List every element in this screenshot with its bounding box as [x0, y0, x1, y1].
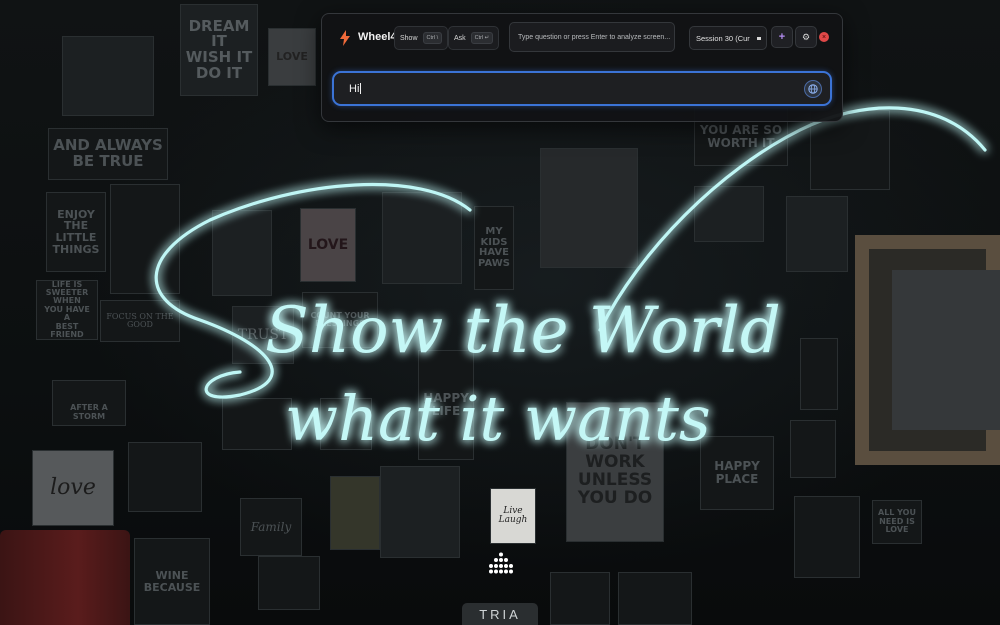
- wall-sign: [212, 210, 272, 296]
- wall-sign: [786, 196, 848, 272]
- wall-sign: [618, 572, 692, 625]
- wall-sign: TRUST: [232, 306, 294, 364]
- chat-input[interactable]: Hi: [332, 71, 832, 106]
- wall-sign: LOVE: [268, 28, 316, 86]
- wall-sign: DREAM IT WISH IT DO IT: [180, 4, 258, 96]
- text-caret: [360, 83, 362, 94]
- wall-sign: [258, 556, 320, 610]
- wall-sign: HAPPY LIFE: [418, 350, 474, 460]
- wall-sign: [320, 398, 372, 450]
- wall-sign: MY KIDS HAVE PAWS: [474, 206, 514, 290]
- lamp-shade: [0, 530, 130, 625]
- wall-sign: [810, 110, 890, 190]
- wall-sign: ENJOY THE LITTLE THINGS: [46, 192, 106, 272]
- web-search-button[interactable]: [804, 80, 822, 98]
- wall-sign: [62, 36, 154, 116]
- wall-sign: HAPPY PLACE: [700, 436, 774, 510]
- wheel4-window: Wheel4 Show Ctrl \ Ask Ctrl ↵ Type quest…: [321, 13, 843, 122]
- show-button[interactable]: Show Ctrl \: [394, 26, 449, 50]
- wall-sign: [790, 420, 836, 478]
- app-grid-icon[interactable]: [484, 552, 518, 574]
- globe-icon: [808, 84, 818, 94]
- wall-sign: [694, 186, 764, 242]
- ask-button[interactable]: Ask Ctrl ↵: [448, 26, 500, 50]
- ask-shortcut: Ctrl ↵: [470, 32, 494, 44]
- plus-icon: +: [778, 30, 786, 43]
- toolbar: Wheel4 Show Ctrl \ Ask Ctrl ↵ Type quest…: [322, 14, 842, 62]
- question-input[interactable]: Type question or press Enter to analyze …: [509, 22, 675, 52]
- wall-sign: [800, 338, 838, 410]
- ask-label: Ask: [454, 34, 466, 42]
- wall-sign: [330, 476, 380, 550]
- wall-sign: AND ALWAYS BE TRUE: [48, 128, 168, 180]
- close-button[interactable]: ×: [819, 32, 829, 42]
- wall-sign: [540, 148, 638, 268]
- tria-dock-tab[interactable]: TRIA: [462, 603, 538, 625]
- app-title: Wheel4: [358, 31, 397, 43]
- settings-button[interactable]: ⚙: [795, 26, 817, 48]
- wall-sign: love: [32, 450, 114, 526]
- picture-frame-image: [892, 270, 1000, 430]
- wall-sign: [222, 398, 292, 450]
- show-shortcut: Ctrl \: [422, 32, 443, 44]
- wall-sign: [794, 496, 860, 578]
- wall-sign: WINE BECAUSE: [134, 538, 210, 625]
- lightning-icon: [340, 30, 350, 46]
- tria-label: TRIA: [479, 606, 521, 622]
- new-session-button[interactable]: +: [771, 26, 793, 48]
- wall-sign: COUNT YOUR BLESSINGS: [302, 292, 378, 348]
- wall-sign: [128, 442, 202, 512]
- dropdown-indicator-icon: [757, 37, 761, 40]
- wall-sign: Live Laugh: [490, 488, 536, 544]
- chat-input-value: Hi: [349, 82, 360, 95]
- session-label: Session 30 (Cur: [696, 33, 750, 43]
- wall-sign: [380, 466, 460, 558]
- question-placeholder: Type question or press Enter to analyze …: [518, 33, 671, 41]
- wall-sign: LOVE: [300, 208, 356, 282]
- wall-sign: [550, 572, 610, 625]
- wall-sign: FOCUS ON THE GOOD: [100, 300, 180, 342]
- wall-sign: LIFE IS SWEETER WHEN YOU HAVE A BEST FRI…: [36, 280, 98, 340]
- wall-sign: [110, 184, 180, 294]
- wall-sign: [382, 192, 462, 284]
- wall-sign: DON'T WORK UNLESS YOU DO: [566, 402, 664, 542]
- close-icon: ×: [821, 33, 827, 41]
- gear-icon: ⚙: [801, 31, 811, 42]
- wall-sign: AFTER A STORM: [52, 380, 126, 426]
- wall-sign: Family: [240, 498, 302, 556]
- session-dropdown[interactable]: Session 30 (Cur: [689, 26, 767, 50]
- show-label: Show: [400, 34, 418, 42]
- wall-sign: ALL YOU NEED IS LOVE: [872, 500, 922, 544]
